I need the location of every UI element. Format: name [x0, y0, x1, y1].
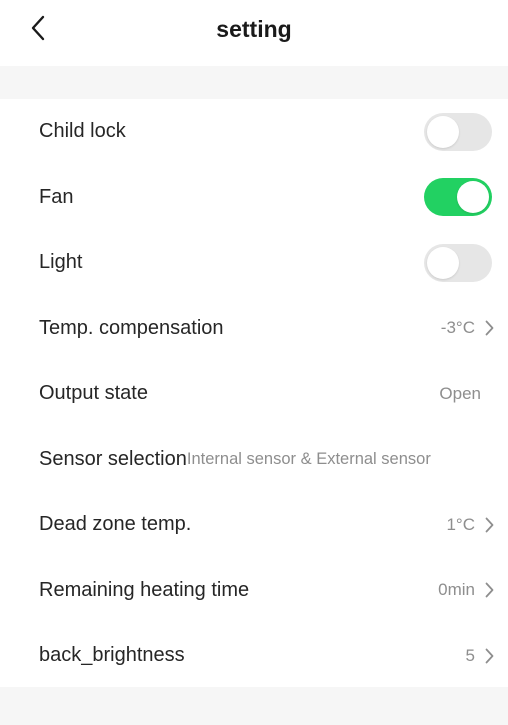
row-control	[424, 178, 494, 217]
row-control: 0min	[438, 580, 494, 600]
toggle-knob	[427, 246, 459, 279]
row-control: 1°C	[446, 515, 494, 535]
toggle-knob	[427, 115, 459, 148]
bottom-divider	[0, 687, 508, 725]
row-label: Sensor selection	[39, 447, 187, 470]
row-label: Output state	[39, 382, 148, 405]
page-title: setting	[216, 15, 292, 42]
light-toggle[interactable]	[424, 243, 492, 282]
dead-zone-temp-value: 1°C	[446, 514, 475, 534]
output-state-value: Open	[439, 383, 481, 403]
header: setting	[0, 0, 508, 66]
settings-list: Child lock Fan Light Temp. compensation …	[0, 99, 508, 689]
row-label: Child lock	[39, 120, 126, 143]
back-brightness-value: 5	[465, 645, 475, 665]
back-button[interactable]	[22, 12, 54, 48]
setting-row-light[interactable]: Light	[0, 230, 508, 296]
setting-row-child-lock[interactable]: Child lock	[0, 99, 508, 165]
child-lock-toggle[interactable]	[424, 112, 492, 151]
chevron-left-icon	[30, 15, 46, 46]
settings-page: setting Child lock Fan Light Temp. compe…	[0, 0, 508, 725]
temp-compensation-value: -3°C	[440, 318, 475, 338]
row-label: Fan	[39, 185, 74, 208]
setting-row-dead-zone-temp[interactable]: Dead zone temp. 1°C	[0, 492, 508, 558]
section-divider	[0, 66, 508, 99]
row-control: 5	[466, 646, 494, 666]
chevron-right-icon	[485, 648, 494, 664]
row-control: Open	[439, 384, 494, 404]
row-label: Dead zone temp.	[39, 513, 192, 536]
setting-row-fan[interactable]: Fan	[0, 165, 508, 231]
toggle-knob	[457, 181, 489, 214]
row-control: -3°C	[441, 318, 494, 338]
row-control	[424, 243, 494, 282]
fan-toggle[interactable]	[424, 178, 492, 217]
chevron-right-icon	[485, 517, 494, 533]
setting-row-output-state: Output state Open	[0, 361, 508, 427]
setting-row-back-brightness[interactable]: back_brightness 5	[0, 623, 508, 689]
sensor-selection-value: Internal sensor & External sensor	[186, 449, 431, 468]
remaining-heating-time-value: 0min	[438, 580, 475, 600]
row-label: Light	[39, 251, 83, 274]
row-control: Internal sensor & External sensor	[187, 450, 431, 469]
chevron-right-icon	[485, 582, 494, 598]
setting-row-temp-compensation[interactable]: Temp. compensation -3°C	[0, 296, 508, 362]
row-label: Temp. compensation	[39, 316, 224, 339]
row-label: back_brightness	[39, 644, 185, 667]
setting-row-sensor-selection[interactable]: Sensor selection Internal sensor & Exter…	[0, 427, 508, 493]
setting-row-remaining-heating-time[interactable]: Remaining heating time 0min	[0, 558, 508, 624]
row-control	[424, 112, 494, 151]
row-label: Remaining heating time	[39, 578, 250, 601]
chevron-right-icon	[485, 320, 494, 336]
